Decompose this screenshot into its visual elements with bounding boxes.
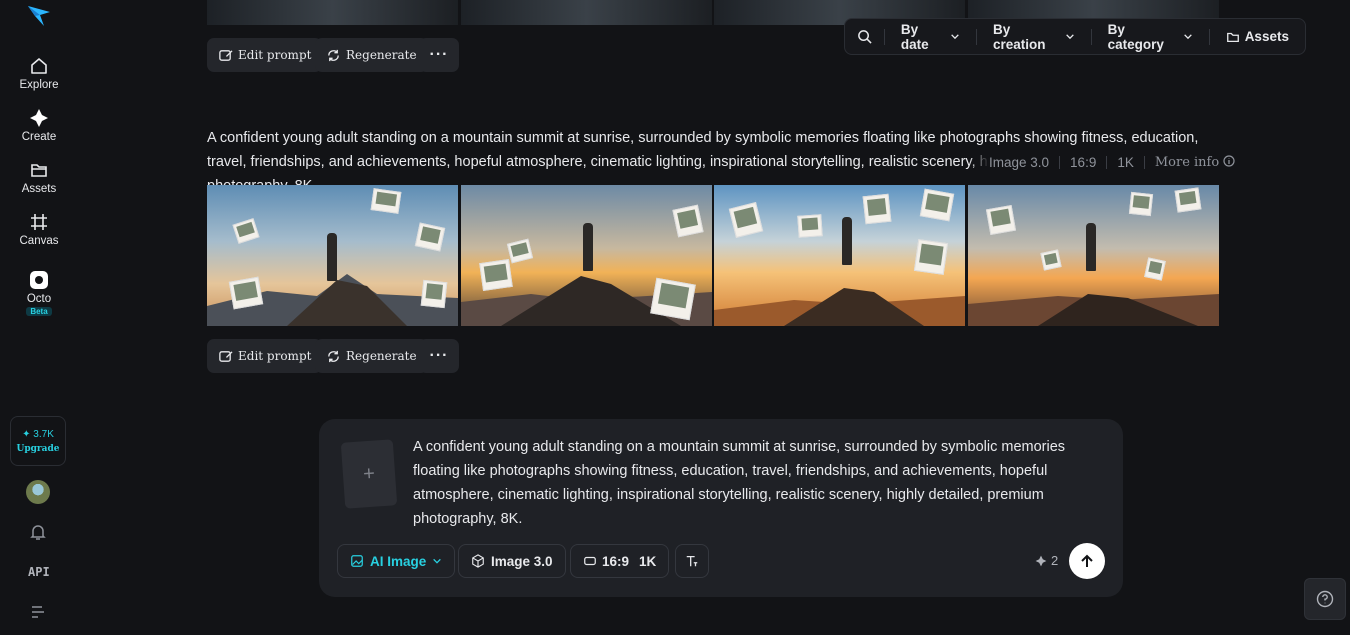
ratio-tag: 16:9 (1070, 154, 1097, 170)
generated-image[interactable] (207, 185, 458, 326)
sidebar-item-octo[interactable]: Octo Beta (0, 270, 78, 316)
model-label: Image 3.0 (491, 553, 553, 569)
more-options-button[interactable]: ··· (419, 339, 459, 373)
model-selector[interactable]: Image 3.0 (458, 544, 566, 578)
sidebar-item-assets[interactable]: Assets (0, 160, 78, 195)
send-button[interactable] (1069, 543, 1105, 579)
folder-icon (31, 164, 47, 177)
edit-prompt-label: Edit prompt (238, 48, 312, 62)
cost-value: 2 (1051, 553, 1059, 568)
resolution-label: 1K (639, 553, 657, 569)
sidebar-item-label: Create (21, 131, 57, 143)
info-icon (1223, 154, 1235, 167)
divider (1106, 155, 1108, 169)
plus-icon: + (362, 462, 376, 485)
regenerate-button[interactable]: Regenerate (315, 38, 428, 72)
credits-value: ✦ 3.7K (22, 428, 54, 440)
sidebar-item-label: Explore (19, 79, 59, 91)
edit-icon (219, 350, 233, 362)
refresh-icon (328, 350, 339, 362)
by-category-label: By category (1107, 21, 1164, 52)
sidebar-item-create[interactable]: Create (0, 108, 78, 143)
sidebar: Explore Create Assets Canvas Octo Beta ✦… (0, 0, 76, 635)
help-button[interactable] (1304, 578, 1346, 620)
menu-icon[interactable] (28, 602, 48, 622)
refresh-icon (328, 49, 339, 61)
filter-bar: By date By creation By category Assets (844, 18, 1306, 55)
bell-icon[interactable] (28, 522, 48, 542)
generation-cost: 2 (1035, 553, 1058, 568)
chevron-down-icon (951, 34, 959, 40)
ratio-group: 16:9 (583, 554, 629, 569)
assets-button[interactable]: Assets (1210, 27, 1305, 47)
text-icon (686, 555, 698, 567)
by-date-label: By date (900, 21, 929, 52)
home-icon (31, 58, 47, 74)
edit-prompt-button[interactable]: Edit prompt (207, 38, 323, 72)
search-button[interactable] (845, 27, 884, 47)
lightning-logo[interactable] (26, 2, 52, 28)
api-link[interactable]: API (28, 565, 50, 579)
sidebar-item-label: Canvas (19, 235, 59, 247)
edit-icon (219, 49, 233, 61)
more-icon: ··· (429, 347, 449, 364)
resolution-tag: 1K (1117, 154, 1134, 170)
sidebar-item-canvas[interactable]: Canvas (0, 212, 78, 247)
regenerate-label: Regenerate (346, 349, 417, 363)
generation-meta: Image 3.0 16:9 1K More info (969, 150, 1236, 174)
regenerate-label: Regenerate (346, 48, 417, 62)
prompt-input[interactable]: A confident young adult standing on a mo… (413, 435, 1105, 531)
image-icon (351, 555, 363, 567)
generated-image[interactable] (461, 185, 712, 326)
ratio-label: 16:9 (602, 553, 630, 569)
divider (1143, 155, 1145, 169)
by-creation-label: By creation (992, 21, 1046, 52)
sparkle-icon (30, 109, 48, 127)
cube-icon (472, 554, 484, 568)
beta-badge: Beta (26, 307, 52, 316)
regenerate-button[interactable]: Regenerate (315, 339, 428, 373)
more-icon: ··· (429, 46, 449, 63)
folder-icon (1226, 32, 1239, 42)
help-icon (1316, 590, 1334, 608)
generated-image-thumb[interactable] (207, 0, 458, 25)
ratio-selector[interactable]: 16:9 1K (570, 544, 670, 578)
generated-image[interactable] (714, 185, 965, 326)
sidebar-item-label: Octo (26, 293, 52, 305)
upgrade-link[interactable]: Upgrade (16, 444, 59, 454)
model-tag: Image 3.0 (989, 154, 1050, 170)
text-style-button[interactable] (675, 544, 709, 578)
generated-image[interactable] (968, 185, 1219, 326)
upload-reference-button[interactable]: + (340, 439, 398, 509)
more-info-link[interactable]: More info (1155, 155, 1236, 170)
credits-panel[interactable]: ✦ 3.7K Upgrade (10, 416, 66, 466)
by-category-dropdown[interactable]: By category (1092, 22, 1209, 52)
more-options-button[interactable]: ··· (419, 38, 459, 72)
generated-image-thumb[interactable] (461, 0, 712, 25)
arrow-up-icon (1081, 554, 1093, 567)
by-date-dropdown[interactable]: By date (885, 22, 976, 52)
mode-label: AI Image (370, 553, 427, 569)
divider (1059, 155, 1061, 169)
ratio-icon (584, 556, 596, 566)
assets-label: Assets (1244, 29, 1289, 44)
search-icon (858, 30, 872, 44)
avatar[interactable] (26, 480, 50, 504)
chevron-down-icon (433, 558, 442, 564)
chevron-down-icon (1065, 34, 1074, 40)
by-creation-dropdown[interactable]: By creation (977, 22, 1091, 52)
octo-icon (30, 271, 48, 289)
edit-prompt-label: Edit prompt (238, 349, 312, 363)
sidebar-item-label: Assets (21, 183, 57, 195)
sidebar-item-explore[interactable]: Explore (0, 56, 78, 91)
edit-prompt-button[interactable]: Edit prompt (207, 339, 323, 373)
sparkle-icon (1035, 555, 1047, 566)
prompt-composer: + A confident young adult standing on a … (319, 419, 1123, 597)
mode-dropdown[interactable]: AI Image (337, 544, 456, 578)
canvas-icon (31, 214, 47, 230)
chevron-down-icon (1183, 34, 1192, 40)
